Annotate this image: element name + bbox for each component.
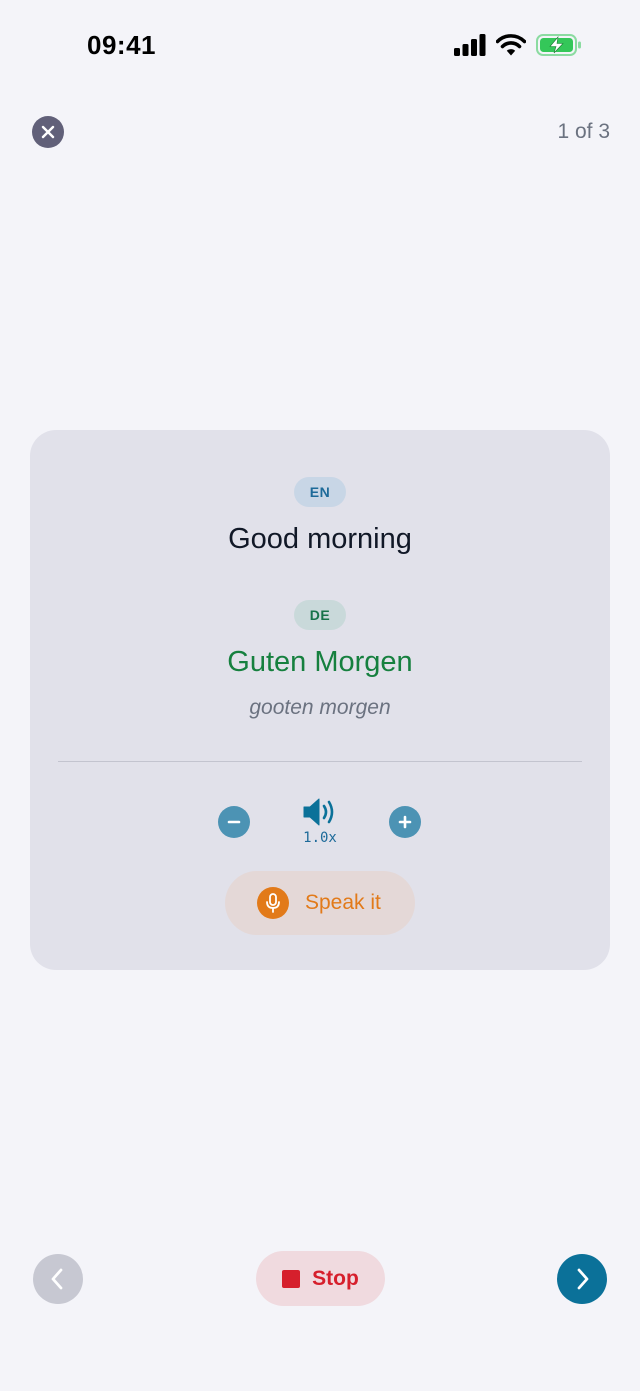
close-icon	[41, 125, 55, 139]
playback-speed: 1.0x	[303, 830, 337, 846]
speak-it-button[interactable]: Speak it	[225, 871, 415, 935]
close-button[interactable]	[32, 116, 64, 148]
target-phrase: Guten Morgen	[227, 646, 413, 678]
previous-button[interactable]	[33, 1254, 83, 1304]
source-phrase: Good morning	[228, 523, 412, 555]
wifi-icon	[496, 34, 526, 56]
chevron-right-icon	[577, 1268, 589, 1290]
target-language-badge: DE	[294, 600, 346, 630]
phrase-card: EN Good morning DE Guten Morgen gooten m…	[30, 430, 610, 970]
status-time: 09:41	[87, 30, 156, 60]
status-icons	[454, 34, 582, 56]
stop-icon	[282, 1269, 301, 1288]
divider	[58, 761, 582, 762]
pronunciation-hint: gooten morgen	[249, 696, 391, 719]
stop-label: Stop	[312, 1266, 359, 1290]
speed-increase-button[interactable]	[389, 806, 421, 838]
minus-icon	[227, 820, 241, 824]
stop-button[interactable]: Stop	[256, 1251, 385, 1306]
signal-icon	[454, 34, 486, 56]
chevron-left-icon	[51, 1268, 63, 1290]
next-button[interactable]	[557, 1254, 607, 1304]
status-bar: 09:41	[0, 0, 640, 94]
speak-it-label: Speak it	[305, 891, 381, 914]
plus-icon	[398, 815, 412, 829]
progress-counter: 1 of 3	[557, 120, 610, 143]
speaker-icon[interactable]	[302, 797, 338, 827]
battery-charging-icon	[536, 34, 581, 56]
source-language-badge: EN	[294, 477, 346, 507]
microphone-icon	[257, 887, 289, 919]
speed-decrease-button[interactable]	[218, 806, 250, 838]
